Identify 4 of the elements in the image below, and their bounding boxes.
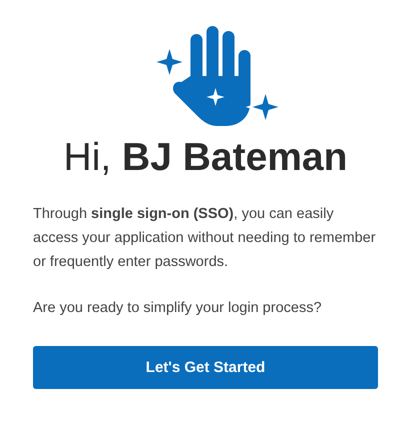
intro-text: Are you ready to simplify your login process? (33, 299, 323, 318)
greeting-heading: Hi, BJ Bateman (62, 136, 348, 180)
get-started-button[interactable]: Let's Get Started (33, 346, 378, 389)
intro-text: Through single sign-on (SSO), you can easily access your application without needing to remember or frequently enter passwords. (33, 205, 377, 272)
